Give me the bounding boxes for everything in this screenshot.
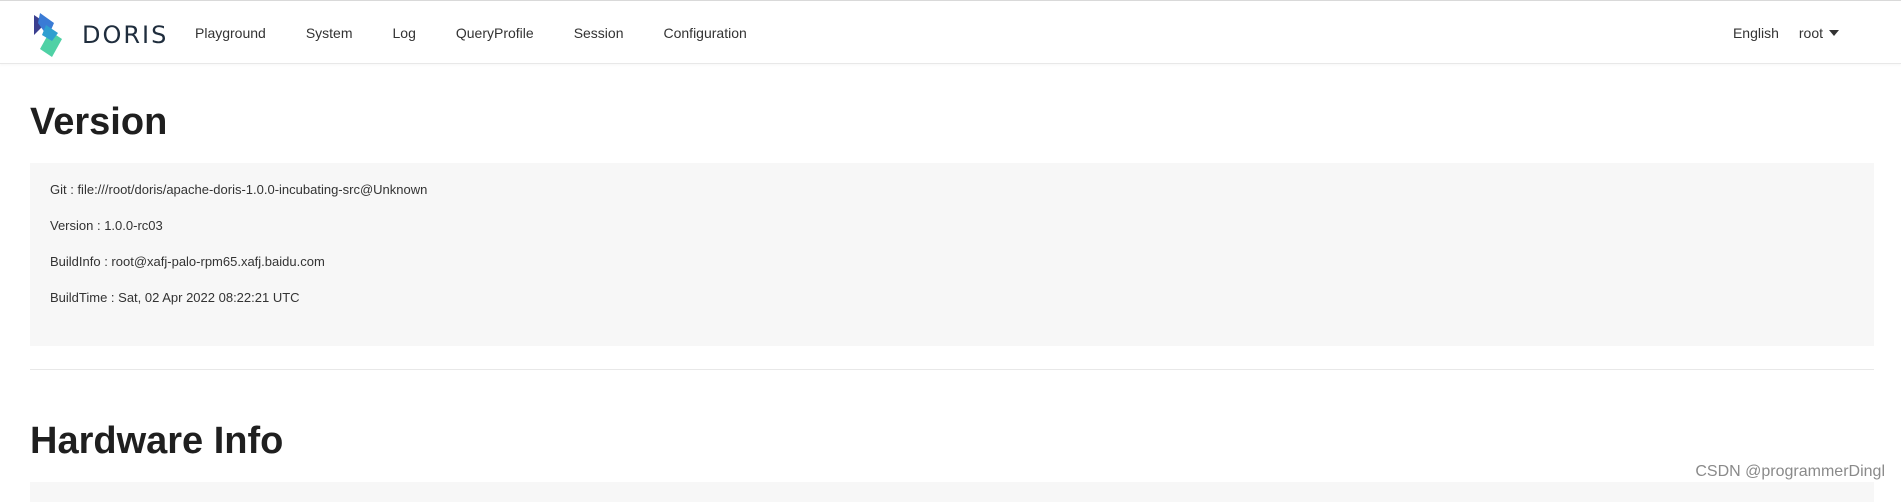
version-info-panel: Git : file:///root/doris/apache-doris-1.… [30, 163, 1874, 346]
nav-system[interactable]: System [286, 1, 373, 65]
nav-playground[interactable]: Playground [175, 1, 286, 65]
caret-down-icon [1829, 30, 1839, 36]
nav-configuration[interactable]: Configuration [644, 1, 767, 65]
buildinfo-line: BuildInfo : root@xafj-palo-rpm65.xafj.ba… [50, 254, 325, 269]
version-heading: Version [30, 101, 168, 143]
hardware-info-heading: Hardware Info [30, 420, 284, 462]
user-menu[interactable]: root [1799, 25, 1839, 41]
hardware-info-panel [30, 482, 1874, 502]
buildtime-line: BuildTime : Sat, 02 Apr 2022 08:22:21 UT… [50, 290, 300, 305]
doris-logo[interactable]: DORIS [32, 11, 168, 59]
top-navbar: DORIS Playground System Log QueryProfile… [0, 0, 1901, 64]
git-line: Git : file:///root/doris/apache-doris-1.… [50, 182, 428, 197]
right-menu: English root [1733, 1, 1839, 65]
user-name: root [1798, 25, 1823, 41]
version-line: Version : 1.0.0-rc03 [50, 218, 163, 233]
nav-log[interactable]: Log [373, 1, 436, 65]
nav-queryprofile[interactable]: QueryProfile [436, 1, 554, 65]
watermark: CSDN @programmerDingl [1695, 463, 1885, 480]
brand-name: DORIS [82, 21, 169, 49]
nav-session[interactable]: Session [554, 1, 644, 65]
main-nav: Playground System Log QueryProfile Sessi… [175, 1, 767, 65]
section-divider [30, 369, 1874, 370]
doris-logo-icon [34, 13, 62, 57]
language-switch[interactable]: English [1733, 25, 1779, 41]
